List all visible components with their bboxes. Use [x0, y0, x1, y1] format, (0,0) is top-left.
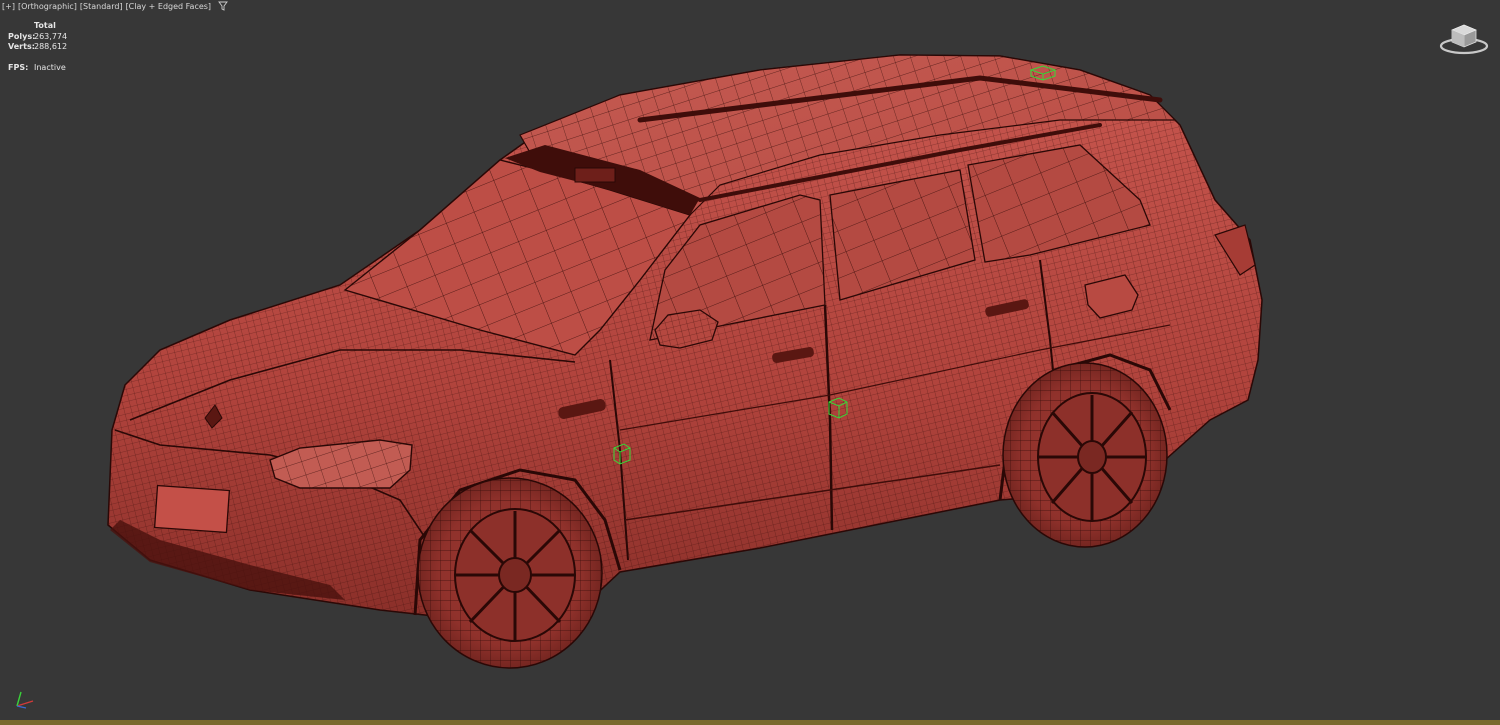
viewport-point-of-view-menu[interactable]: [Orthographic] [18, 2, 77, 11]
stats-fps-value: Inactive [34, 62, 66, 72]
stats-fps-label: FPS: [8, 62, 29, 72]
viewport-shading-menu[interactable]: [Standard] [80, 2, 123, 11]
stats-verts-value: 288,612 [34, 42, 68, 51]
viewcube-icon[interactable] [1438, 20, 1490, 56]
viewport-bottom-border [0, 720, 1500, 725]
stats-polys-label: Polys: [8, 31, 36, 41]
filter-icon[interactable] [218, 1, 228, 11]
stats-polys-row: Polys: 263,774 [8, 32, 67, 43]
stats-fps-row: FPS: Inactive [8, 63, 67, 74]
stats-header: Total [34, 21, 56, 30]
axis-tripod-icon [16, 691, 34, 709]
rear-wheel [1002, 362, 1168, 548]
viewport-label-bar: [+] [Orthographic] [Standard] [Clay + Ed… [2, 1, 228, 11]
viewport-general-menu[interactable]: [+] [2, 2, 15, 11]
viewport-statistics: Total Polys: 263,774 Verts: 288,612 FPS:… [8, 21, 67, 73]
viewport-display-mode-menu[interactable]: [Clay + Edged Faces] [126, 2, 212, 11]
stats-verts-row: Verts: 288,612 [8, 42, 67, 53]
license-plate [153, 484, 231, 534]
3d-viewport[interactable]: [+] [Orthographic] [Standard] [Clay + Ed… [0, 0, 1500, 725]
stats-verts-label: Verts: [8, 42, 35, 51]
stats-polys-value: 263,774 [34, 31, 68, 41]
front-wheel [417, 477, 603, 669]
car-model[interactable] [0, 0, 1500, 725]
